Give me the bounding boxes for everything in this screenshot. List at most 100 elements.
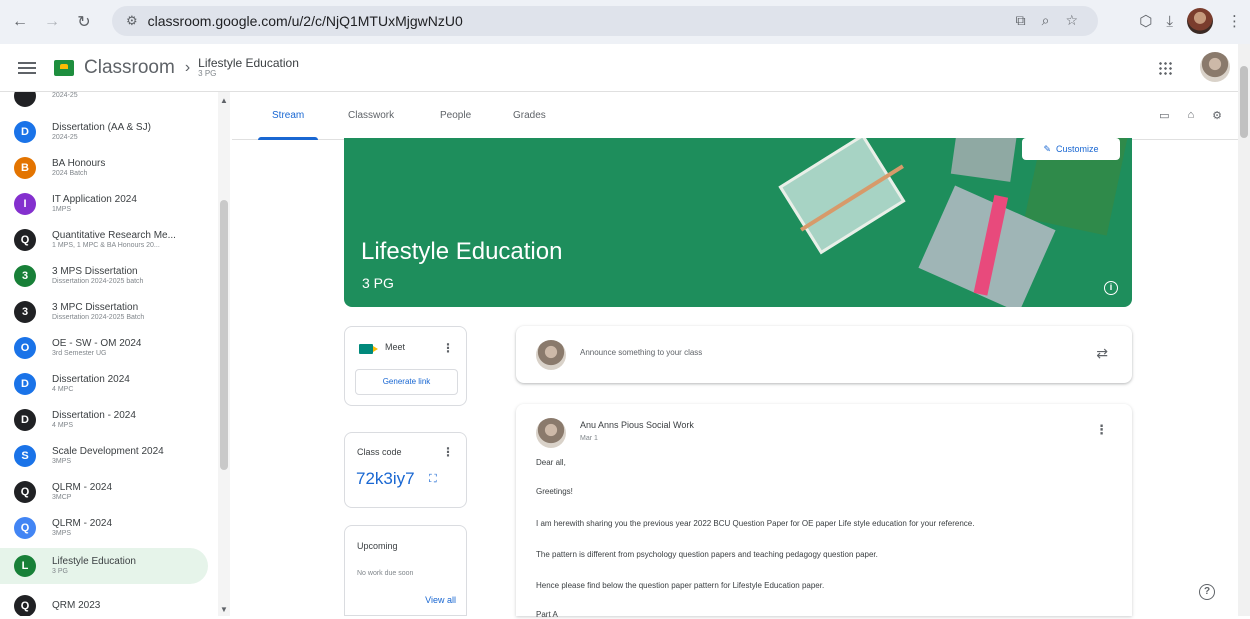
class-avatar-icon: Q [14, 517, 36, 539]
class-avatar-icon: D [14, 121, 36, 143]
tab-stream[interactable]: Stream [257, 92, 319, 140]
sidebar-item-label: Dissertation 2024 [52, 374, 130, 386]
bookmark-star-icon[interactable]: ☆ [1065, 12, 1078, 29]
upcoming-empty-text: No work due soon [357, 570, 414, 577]
class-avatar-icon: B [14, 157, 36, 179]
sidebar-item[interactable]: Q Quantitative Research Me... 1 MPS, 1 MPC… [0, 222, 208, 258]
class-avatar-icon: I [14, 193, 36, 215]
post-author-avatar [536, 418, 566, 448]
tab-grades[interactable]: Grades [513, 92, 546, 140]
view-all-link[interactable]: View all [425, 595, 456, 605]
sidebar-item[interactable]: B BA Honours 2024 Batch [0, 150, 208, 186]
sidebar-item-label: 3 MPS Dissertation [52, 266, 138, 278]
app-title[interactable]: Classroom [84, 57, 175, 79]
page-scrollbar[interactable] [1238, 44, 1250, 616]
info-icon[interactable]: i [1104, 281, 1118, 295]
class-avatar-icon: Q [14, 481, 36, 503]
sidebar-item-label: Lifestyle Education [52, 556, 136, 568]
post-date: Mar 1 [580, 435, 598, 442]
drive-folder-icon[interactable]: ⌂ [1187, 109, 1194, 122]
sidebar-item-detail: 2024-25 [52, 133, 78, 141]
browser-menu-icon[interactable]: ⋮ [1227, 12, 1242, 30]
forward-icon[interactable]: → [40, 10, 64, 34]
sidebar-item[interactable]: 3 3 MPS Dissertation Dissertation 2024-202… [0, 258, 208, 294]
meet-label: Meet [385, 342, 406, 352]
sidebar-item[interactable]: O OE - SW - OM 2024 3rd Semester UG [0, 330, 208, 366]
sidebar-item-detail: 4 MPC [52, 385, 74, 393]
announcement-post: Anu Anns Pious Social Work Mar 1 ⋮ Dear … [516, 404, 1132, 619]
sidebar-item[interactable]: Q QLRM - 2024 3MCP [0, 474, 208, 510]
sidebar-item-label: QLRM - 2024 [52, 482, 113, 494]
download-icon[interactable]: ⤓ [1166, 13, 1173, 30]
sidebar-item[interactable]: I IT Application 2024 1MPS [0, 186, 208, 222]
app-header: Classroom › Lifestyle Education 3 PG [0, 44, 1250, 92]
sidebar-item[interactable]: Q QRM 2023 [0, 588, 208, 616]
sidebar-item-label: IT Application 2024 [52, 194, 137, 206]
scroll-up-icon[interactable]: ▲ [220, 96, 228, 105]
class-avatar-icon: L [14, 555, 36, 577]
help-icon[interactable]: ? [1199, 584, 1215, 600]
customize-button[interactable]: ✎ Customize [1022, 138, 1120, 160]
settings-gear-icon[interactable]: ⚙ [1212, 109, 1222, 122]
class-banner: ✎ Customize Lifestyle Education 3 PG i [344, 138, 1132, 307]
address-bar[interactable]: ⚙ classroom.google.com/u/2/c/NjQ1MTUxMjg… [112, 6, 1098, 36]
scroll-down-icon[interactable]: ▼ [220, 605, 228, 614]
sidebar-item[interactable]: Q QLRM - 2024 3MPS [0, 510, 208, 546]
upcoming-label: Upcoming [357, 541, 398, 551]
sidebar-item-detail: 2024 Batch [52, 169, 88, 177]
browser-profile-avatar[interactable] [1187, 8, 1213, 34]
sidebar-item-label: BA Honours [52, 158, 106, 170]
google-apps-icon[interactable] [1158, 61, 1172, 75]
sidebar-item-detail: 3MCP [52, 493, 72, 501]
class-section: 3 PG [362, 275, 394, 291]
tab-classwork[interactable]: Classwork [348, 92, 394, 140]
post-line: I am herewith sharing you the previous y… [536, 519, 975, 528]
tab-people[interactable]: People [440, 92, 471, 140]
customize-label: Customize [1056, 144, 1099, 154]
url-text: classroom.google.com/u/2/c/NjQ1MTUxMjgwN… [147, 13, 463, 29]
reload-icon[interactable]: ↻ [72, 10, 96, 34]
pencil-icon: ✎ [1043, 143, 1052, 154]
repost-icon[interactable]: ⇄ [1096, 345, 1108, 362]
zoom-icon[interactable]: ⌕ [1042, 12, 1050, 29]
post-line: Greetings! [536, 487, 573, 496]
sidebar-item[interactable]: D Dissertation 2024 4 MPC [0, 366, 208, 402]
class-avatar-icon: D [14, 409, 36, 431]
back-icon[interactable]: ← [8, 10, 32, 34]
post-more-icon[interactable]: ⋮ [1095, 422, 1108, 438]
class-code-more-icon[interactable]: ⋮ [442, 445, 454, 459]
calendar-icon[interactable]: ▭ [1159, 109, 1169, 122]
sidebar-item[interactable]: L Lifestyle Education 3 PG [0, 548, 208, 584]
sidebar-item[interactable]: D Dissertation - 2024 4 MPS [0, 402, 208, 438]
class-code-label: Class code [357, 447, 402, 457]
announce-placeholder[interactable]: Announce something to your class [580, 348, 702, 357]
site-info-icon[interactable]: ⚙ [126, 13, 138, 29]
sidebar-scrollbar[interactable]: ▲ ▼ [218, 92, 230, 616]
generate-link-button[interactable]: Generate link [355, 369, 458, 395]
sidebar-item-detail: 3rd Semester UG [52, 349, 107, 357]
fullscreen-icon[interactable]: ⛶ [429, 473, 437, 486]
main-menu-icon[interactable] [18, 61, 36, 74]
account-avatar[interactable] [1200, 52, 1230, 82]
sidebar-item-label: Quantitative Research Me... [52, 230, 176, 242]
sidebar-item-label: QLRM - 2024 [52, 518, 113, 530]
sidebar-item-detail: 3 PG [52, 567, 68, 575]
banner-illustration [950, 138, 1018, 182]
sidebar-item[interactable]: 2024-25 [0, 92, 208, 114]
classroom-logo-icon[interactable] [54, 59, 74, 76]
sidebar-item-label: QRM 2023 [52, 600, 101, 612]
announce-box[interactable]: Announce something to your class ⇄ [516, 326, 1132, 383]
install-app-icon[interactable]: ⧉ [1016, 12, 1026, 29]
sidebar-item[interactable]: 3 3 MPC Dissertation Dissertation 2024-202… [0, 294, 208, 330]
sidebar-item[interactable]: D Dissertation (AA & SJ) 2024-25 [0, 114, 208, 150]
meet-more-icon[interactable]: ⋮ [442, 341, 454, 355]
sidebar-item-detail: 4 MPS [52, 421, 74, 429]
class-avatar-icon: 3 [14, 265, 36, 287]
breadcrumb[interactable]: Lifestyle Education 3 PG [198, 56, 299, 79]
sidebar-item-label: Scale Development 2024 [52, 446, 164, 458]
sidebar-item-detail: Dissertation 2024-2025 Batch [52, 313, 145, 321]
sidebar-item[interactable]: S Scale Development 2024 3MPS [0, 438, 208, 474]
chevron-right-icon: › [184, 58, 191, 76]
extensions-icon[interactable]: ⬡ [1139, 12, 1152, 30]
class-avatar-icon: Q [14, 229, 36, 251]
